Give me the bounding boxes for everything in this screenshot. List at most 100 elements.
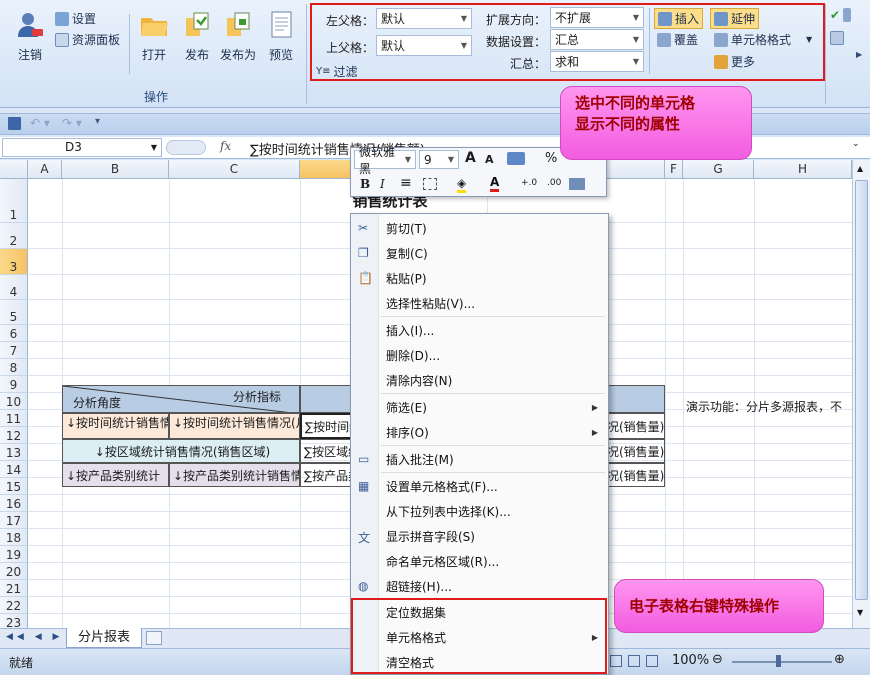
summary-select[interactable]: 求和 ▼ <box>550 51 644 72</box>
column-header[interactable]: A <box>28 160 62 179</box>
expand-dir-select[interactable]: 不扩展 ▼ <box>550 7 644 28</box>
column-header[interactable]: C <box>169 160 300 179</box>
extend-button[interactable]: 延伸 <box>710 8 760 29</box>
top-parent-select[interactable]: 默认 ▼ <box>376 35 472 56</box>
cell-e5[interactable]: 况(销售量) <box>604 463 665 487</box>
context-menu-item[interactable]: 筛选(E) ▶ <box>351 395 608 419</box>
cell-e4[interactable]: 况(销售量) <box>604 439 665 463</box>
vertical-scrollbar[interactable]: ▲ ▼ <box>852 160 870 628</box>
font-size-select[interactable]: 9 ▼ <box>419 150 459 169</box>
cell-c3[interactable]: ↓按时间统计销售情况(月) <box>169 413 300 439</box>
insert-button[interactable]: 插入 <box>654 8 704 29</box>
cell-e3[interactable]: 况(销售量) <box>604 413 665 439</box>
context-menu-item[interactable]: ▭ 插入批注(M) <box>351 447 608 471</box>
percent-button[interactable]: % <box>545 151 557 166</box>
context-menu-item[interactable]: 从下拉列表中选择(K)... <box>351 499 608 523</box>
expand-formula-icon[interactable]: ⌄ <box>852 139 860 149</box>
context-menu-item[interactable]: 选择性粘贴(V)... <box>351 291 608 315</box>
row-header[interactable]: 17 <box>0 512 28 529</box>
scroll-down-icon[interactable]: ▼ <box>857 608 863 617</box>
column-header[interactable]: F <box>665 160 683 179</box>
merge-cells-icon[interactable] <box>569 178 585 190</box>
context-menu-item[interactable]: 命名单元格区域(R)... <box>351 549 608 573</box>
column-header[interactable]: B <box>62 160 169 179</box>
row-header[interactable]: 2 <box>0 223 28 249</box>
fx-icon[interactable]: fx <box>220 139 231 153</box>
zoom-in-icon[interactable]: ⊕ <box>834 652 845 667</box>
cell-g2[interactable]: 演示功能：分片多源报表，不 <box>686 398 842 415</box>
row-header[interactable]: 14 <box>0 461 28 478</box>
overwrite-button[interactable]: 覆盖 <box>657 31 698 48</box>
data-setting-select[interactable]: 汇总 ▼ <box>550 29 644 50</box>
customize-qat-icon[interactable]: ▾ <box>95 116 100 127</box>
row-header[interactable]: 7 <box>0 342 28 359</box>
check-button[interactable]: ✔ <box>830 8 852 22</box>
normal-view-icon[interactable] <box>610 655 622 667</box>
splitter-handle[interactable] <box>166 140 206 155</box>
font-name-select[interactable]: 微软雅黑 ▼ <box>354 145 416 176</box>
cell-b4[interactable]: ↓按区域统计销售情况(销售区域) <box>62 439 300 463</box>
row-header[interactable]: 13 <box>0 444 28 461</box>
open-button[interactable]: 打开 <box>137 10 171 63</box>
row-header[interactable]: 21 <box>0 580 28 597</box>
italic-button[interactable]: I <box>380 177 385 191</box>
context-menu-item[interactable]: 清除内容(N) <box>351 368 608 392</box>
decrease-decimal-button[interactable]: .00 <box>547 178 561 188</box>
context-menu-item[interactable]: ◍ 超链接(H)... <box>351 574 608 598</box>
zoom-slider-thumb[interactable] <box>776 655 781 667</box>
row-header[interactable]: 9 <box>0 376 28 393</box>
cell-b3[interactable]: ↓按时间统计销售情况(年) <box>62 413 169 439</box>
row-header[interactable]: 22 <box>0 597 28 614</box>
context-menu-item[interactable]: ✂ 剪切(T) <box>351 216 608 240</box>
bold-button[interactable]: B <box>360 177 370 191</box>
row-header[interactable]: 6 <box>0 325 28 342</box>
row-header[interactable]: 23 <box>0 614 28 628</box>
row-header[interactable]: 12 <box>0 427 28 444</box>
column-header[interactable]: G <box>683 160 754 179</box>
context-menu-item[interactable]: 插入(I)... <box>351 318 608 342</box>
layout-view-icon[interactable] <box>628 655 640 667</box>
extra-button[interactable] <box>830 31 844 45</box>
column-header[interactable]: H <box>754 160 852 179</box>
zoom-slider[interactable] <box>732 661 832 663</box>
row-header[interactable]: 4 <box>0 275 28 300</box>
context-menu-item[interactable]: 文显示拼音字段(S) <box>351 524 608 548</box>
borders-icon[interactable] <box>423 178 437 190</box>
publish-button[interactable]: 发布 <box>180 10 214 63</box>
context-menu-item[interactable]: 删除(D)... <box>351 343 608 367</box>
scroll-right-icon[interactable]: ▶ <box>856 50 862 59</box>
font-color-button[interactable]: A <box>490 176 500 192</box>
settings-button[interactable]: 设置 <box>55 10 96 27</box>
cell-c5[interactable]: ↓按产品类别统计销售情况 <box>169 463 300 487</box>
select-all-corner[interactable] <box>0 160 28 179</box>
align-center-button[interactable]: ≡ <box>400 175 412 191</box>
header-cell-diagonal[interactable]: 分析角度 分析指标 <box>62 385 300 413</box>
scroll-up-icon[interactable]: ▲ <box>857 164 863 173</box>
left-parent-select[interactable]: 默认 ▼ <box>376 8 472 29</box>
grow-font-button[interactable]: A <box>465 150 476 166</box>
zoom-level[interactable]: 100% <box>672 653 709 668</box>
sheet-tab-active[interactable]: 分片报表 <box>66 628 142 648</box>
save-icon[interactable] <box>8 117 21 130</box>
context-menu-item[interactable]: 📋 粘贴(P) <box>351 266 608 290</box>
row-header[interactable]: 20 <box>0 563 28 580</box>
increase-decimal-button[interactable]: +.0 <box>521 178 537 188</box>
zoom-out-icon[interactable]: ⊖ <box>712 652 723 667</box>
resource-panel-button[interactable]: 资源面板 <box>55 31 120 48</box>
page-break-view-icon[interactable] <box>646 655 658 667</box>
row-header[interactable]: 10 <box>0 393 28 410</box>
row-header[interactable]: 11 <box>0 410 28 427</box>
format-painter-icon[interactable] <box>507 152 525 165</box>
new-sheet-icon[interactable] <box>146 631 162 645</box>
context-menu-item[interactable]: 排序(O) ▶ <box>351 420 608 444</box>
row-header[interactable]: 8 <box>0 359 28 376</box>
preview-button[interactable]: 预览 <box>264 10 298 63</box>
cell-format-button[interactable]: 单元格格式 ▼ <box>714 31 812 48</box>
row-header[interactable]: 16 <box>0 495 28 512</box>
publish-as-button[interactable]: 发布为 <box>218 10 258 63</box>
cell-b5[interactable]: ↓按产品类别统计 <box>62 463 169 487</box>
row-header[interactable]: 19 <box>0 546 28 563</box>
redo-icon[interactable]: ↷ ▾ <box>62 116 82 130</box>
more-button[interactable]: 更多 <box>714 53 755 70</box>
name-box[interactable]: D3 ▼ <box>2 138 162 157</box>
